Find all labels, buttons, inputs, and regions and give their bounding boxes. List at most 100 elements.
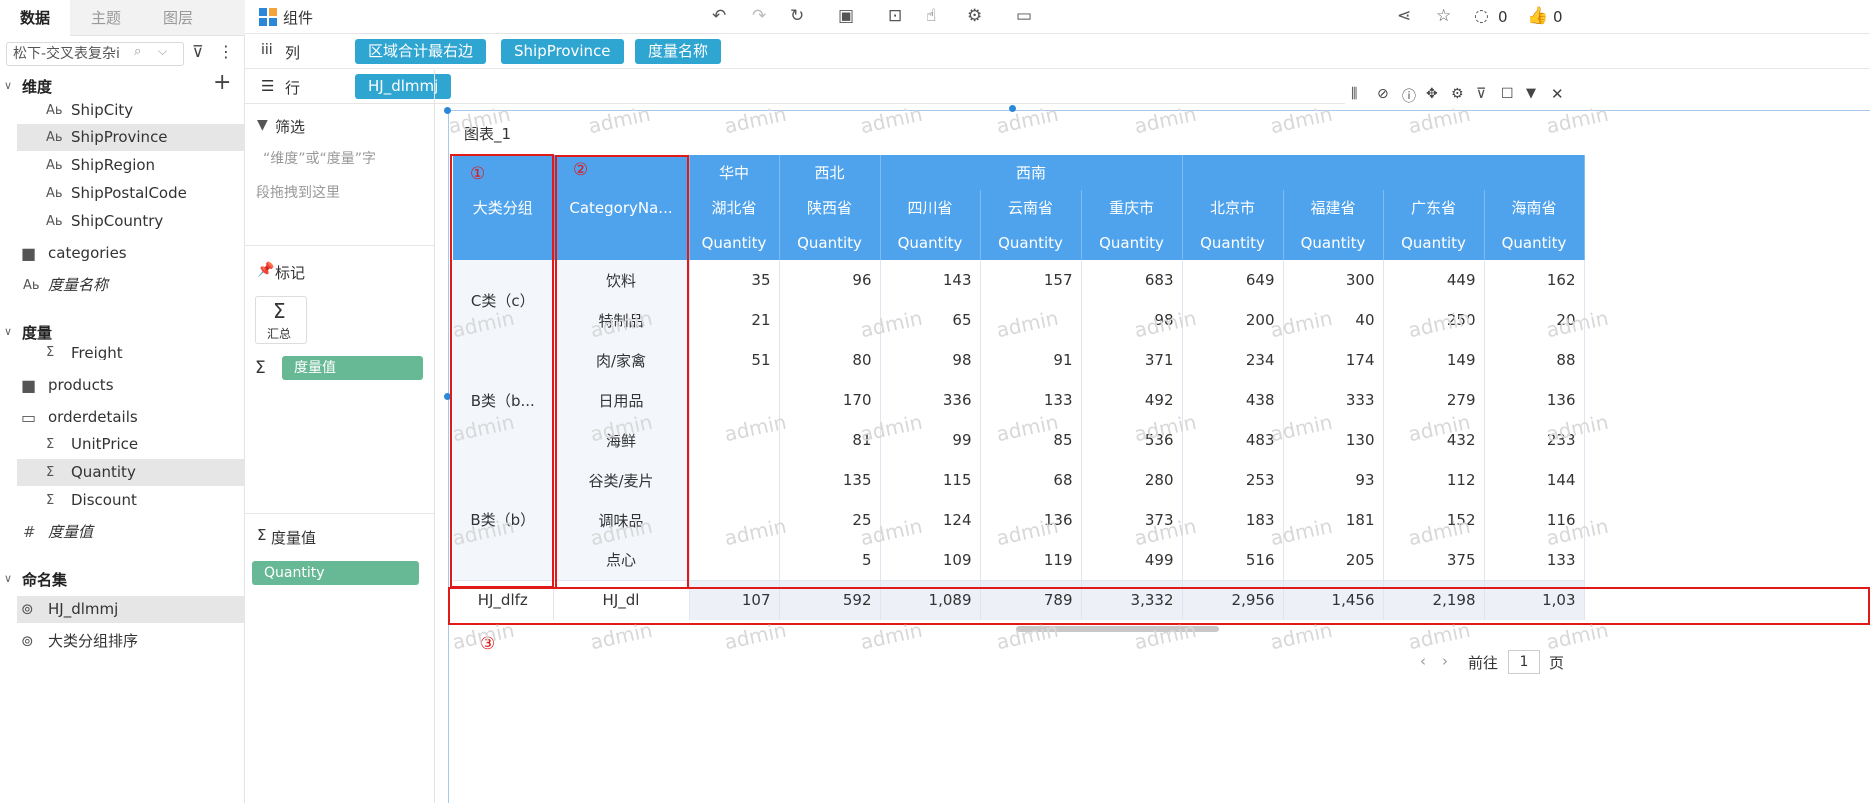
like-icon[interactable]: 👍: [1527, 6, 1548, 26]
value-cell[interactable]: 200: [1182, 300, 1284, 340]
province-header[interactable]: 云南省: [980, 190, 1082, 225]
gear-icon[interactable]: ⚙: [1451, 86, 1464, 102]
value-cell[interactable]: 499: [1081, 540, 1183, 580]
value-cell[interactable]: 683: [1081, 260, 1183, 300]
field-shippostalcode[interactable]: Aь ShipPostalCode: [17, 180, 245, 207]
settings-icon[interactable]: ⚙: [967, 6, 982, 26]
column-pill-shipprovince[interactable]: ShipProvince: [501, 39, 624, 64]
value-cell[interactable]: 81: [779, 420, 881, 460]
value-cell[interactable]: 233: [1484, 420, 1585, 460]
value-cell[interactable]: 93: [1283, 460, 1384, 500]
value-cell[interactable]: 88: [1484, 340, 1585, 380]
province-header[interactable]: 北京市: [1182, 190, 1284, 225]
value-cell[interactable]: 130: [1283, 420, 1384, 460]
star-icon[interactable]: ☆: [1436, 6, 1451, 26]
value-cell[interactable]: 333: [1283, 380, 1384, 420]
value-cell[interactable]: 143: [880, 260, 981, 300]
value-cell[interactable]: 133: [980, 380, 1082, 420]
value-cell[interactable]: 124: [880, 500, 981, 540]
value-cell[interactable]: 85: [980, 420, 1082, 460]
value-cell[interactable]: 20: [1484, 300, 1585, 340]
value-cell[interactable]: 144: [1484, 460, 1585, 500]
field-quantity[interactable]: Σ Quantity: [17, 459, 245, 486]
move-icon[interactable]: ✥: [1426, 86, 1438, 102]
display-icon[interactable]: ▭: [1016, 6, 1032, 26]
field-measure-name[interactable]: Aь 度量名称: [17, 272, 245, 299]
filter-icon[interactable]: ⊽: [1476, 86, 1486, 102]
value-cell[interactable]: 516: [1182, 540, 1284, 580]
add-icon[interactable]: +: [213, 70, 231, 95]
value-cell[interactable]: 371: [1081, 340, 1183, 380]
value-cell[interactable]: 449: [1383, 260, 1485, 300]
prev-page-icon[interactable]: ‹: [1420, 652, 1426, 670]
province-header[interactable]: 福建省: [1283, 190, 1384, 225]
column-pill-measure-name[interactable]: 度量名称: [635, 39, 722, 64]
value-cell[interactable]: 112: [1383, 460, 1485, 500]
value-cell[interactable]: 250: [1383, 300, 1485, 340]
value-cell[interactable]: 133: [1484, 540, 1585, 580]
field-freight[interactable]: Σ Freight: [17, 342, 245, 360]
more-icon[interactable]: ⋮: [218, 42, 234, 61]
share-icon[interactable]: ⋖: [1397, 6, 1411, 26]
value-cell[interactable]: [689, 460, 780, 500]
named-set-hj-dlmmj[interactable]: ⊚ HJ_dlmmj: [17, 596, 245, 623]
value-cell[interactable]: 65: [880, 300, 981, 340]
field-shipcity[interactable]: Aь ShipCity: [17, 97, 245, 124]
value-cell[interactable]: 109: [880, 540, 981, 580]
tab-layers[interactable]: 图层: [142, 0, 214, 36]
value-cell[interactable]: 35: [689, 260, 780, 300]
value-cell[interactable]: 336: [880, 380, 981, 420]
value-cell[interactable]: 483: [1182, 420, 1284, 460]
chevron-down-icon[interactable]: ⌵: [158, 44, 167, 59]
field-discount[interactable]: Σ Discount: [17, 487, 245, 514]
value-cell[interactable]: 91: [980, 340, 1082, 380]
value-cell[interactable]: 181: [1283, 500, 1384, 540]
value-cell[interactable]: 279: [1383, 380, 1485, 420]
interaction-icon[interactable]: ☝: [926, 6, 936, 26]
value-cell[interactable]: [779, 300, 881, 340]
value-cell[interactable]: 136: [1484, 380, 1585, 420]
redo-icon[interactable]: ↷: [752, 6, 766, 26]
comment-icon[interactable]: ◌: [1474, 6, 1489, 26]
collapse-icon[interactable]: ∨: [4, 572, 12, 585]
value-cell[interactable]: 51: [689, 340, 780, 380]
value-cell[interactable]: 183: [1182, 500, 1284, 540]
value-cell[interactable]: 40: [1283, 300, 1384, 340]
preview-icon[interactable]: ⊡: [888, 6, 902, 26]
value-cell[interactable]: [689, 380, 780, 420]
field-shipcountry[interactable]: Aь ShipCountry: [17, 208, 245, 235]
province-header[interactable]: 重庆市: [1081, 190, 1183, 225]
value-cell[interactable]: 80: [779, 340, 881, 380]
column-pill-region-total[interactable]: 区域合计最右边: [355, 39, 487, 64]
value-cell[interactable]: 149: [1383, 340, 1485, 380]
value-cell[interactable]: 98: [880, 340, 981, 380]
sum-mark-button[interactable]: Σ 汇总: [255, 296, 307, 344]
value-cell[interactable]: 375: [1383, 540, 1485, 580]
value-cell[interactable]: 373: [1081, 500, 1183, 540]
province-header[interactable]: 海南省: [1484, 190, 1585, 225]
filter-list-icon[interactable]: ⊽: [192, 42, 204, 61]
province-header[interactable]: 四川省: [880, 190, 981, 225]
value-cell[interactable]: 96: [779, 260, 881, 300]
value-cell[interactable]: 300: [1283, 260, 1384, 300]
province-header[interactable]: 广东省: [1383, 190, 1485, 225]
value-cell[interactable]: 115: [880, 460, 981, 500]
undo-icon[interactable]: ↶: [712, 6, 726, 26]
folder-orderdetails[interactable]: ▭ orderdetails: [17, 404, 245, 431]
value-cell[interactable]: 492: [1081, 380, 1183, 420]
value-cell[interactable]: 21: [689, 300, 780, 340]
horizontal-scrollbar[interactable]: [1016, 626, 1219, 632]
value-cell[interactable]: 536: [1081, 420, 1183, 460]
value-cell[interactable]: 99: [880, 420, 981, 460]
value-cell[interactable]: 162: [1484, 260, 1585, 300]
quantity-pill[interactable]: Quantity: [252, 561, 419, 585]
value-cell[interactable]: 205: [1283, 540, 1384, 580]
tab-data[interactable]: 数据: [0, 0, 70, 36]
value-cell[interactable]: 432: [1383, 420, 1485, 460]
link-icon[interactable]: ⊘: [1377, 86, 1389, 102]
value-cell[interactable]: 135: [779, 460, 881, 500]
value-cell[interactable]: 119: [980, 540, 1082, 580]
folder-categories[interactable]: ■ categories: [17, 240, 245, 267]
value-cell[interactable]: 5: [779, 540, 881, 580]
resize-handle[interactable]: [444, 107, 451, 114]
